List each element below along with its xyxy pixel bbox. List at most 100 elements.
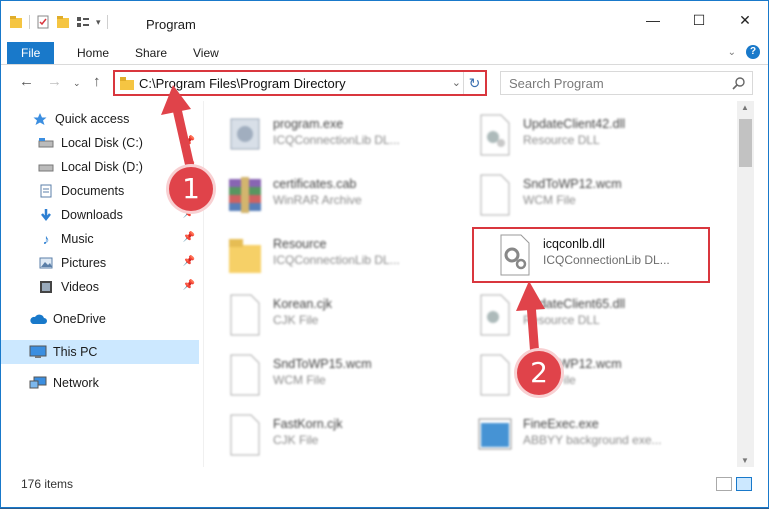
expand-ribbon-icon[interactable]: ⌄ (728, 47, 736, 58)
sidebar-item-label: Local Disk (C:) (61, 136, 143, 150)
refresh-icon[interactable]: ↻ (463, 72, 485, 94)
file-type: WCM File (523, 193, 576, 207)
file-name: FastKorn.cjk (273, 417, 343, 431)
sidebar-item-downloads[interactable]: Downloads 📌 (1, 204, 201, 226)
app-icon (478, 418, 512, 450)
file-icon (230, 294, 260, 336)
explorer-window: ▾ Program — ☐ ✕ File Home Share View ⌄ ?… (0, 0, 769, 508)
file-name: SndToWP15.wcm (273, 357, 372, 371)
customize-toolbar-dropdown-icon[interactable]: ▾ (96, 17, 101, 28)
title-bar: ▾ Program — ☐ ✕ (1, 1, 768, 39)
folder-icon (10, 16, 22, 28)
search-input[interactable]: Search Program (500, 71, 753, 95)
properties-icon[interactable] (36, 15, 50, 29)
file-icon (480, 354, 510, 396)
file-name: SndToWP12.wcm (523, 177, 622, 191)
file-item[interactable]: SndToWP15.wcm WCM File (205, 345, 445, 401)
scrollbar-thumb[interactable] (739, 119, 752, 167)
file-name: UpdateClient65.dll (523, 297, 626, 311)
new-folder-icon[interactable] (56, 15, 70, 29)
file-name: certificates.cab (273, 177, 357, 191)
file-item[interactable]: FineExec.exe ABBYY background exe... (455, 405, 695, 461)
tiles-view-icon[interactable] (736, 477, 752, 491)
close-button[interactable]: ✕ (722, 1, 768, 39)
file-name: UpdateClient42.dll (523, 117, 626, 131)
tab-home[interactable]: Home (63, 42, 123, 64)
file-type: ICQConnectionLib DL... (273, 253, 400, 267)
file-item[interactable]: Resource ICQConnectionLib DL... (205, 225, 445, 281)
file-item[interactable]: certificates.cab WinRAR Archive (205, 165, 445, 221)
view-options-icon[interactable] (76, 15, 90, 29)
sidebar-item-local-disk-c[interactable]: Local Disk (C:) 📌 (1, 132, 201, 154)
quick-access-toolbar: ▾ (9, 15, 108, 29)
scroll-down-icon[interactable]: ▼ (741, 456, 749, 465)
dll-icon (480, 114, 510, 156)
window-controls: — ☐ ✕ (630, 1, 768, 39)
pin-icon[interactable]: 📌 (183, 280, 195, 291)
address-bar[interactable]: C:\Program Files\Program Directory ⌄ ↻ (113, 70, 487, 96)
tab-file[interactable]: File (7, 42, 55, 64)
toolbar-separator (29, 15, 30, 29)
recent-locations-dropdown-icon[interactable]: ⌄ (73, 78, 81, 89)
tab-view[interactable]: View (179, 42, 233, 64)
search-placeholder: Search Program (509, 76, 604, 91)
sidebar-item-local-disk-d[interactable]: Local Disk (D:) 📌 (1, 156, 201, 178)
star-icon (31, 111, 49, 127)
file-list: program.exe ICQConnectionLib DL... Updat… (205, 101, 737, 467)
vertical-scrollbar[interactable]: ▲ ▼ (737, 101, 754, 467)
file-name: Korean.cjk (273, 297, 333, 311)
sidebar-item-onedrive[interactable]: OneDrive (1, 308, 201, 330)
network-icon (29, 375, 47, 391)
file-item[interactable]: UpdateClient42.dll Resource DLL (455, 105, 695, 161)
file-type: CJK File (273, 313, 319, 327)
tab-share[interactable]: Share (121, 42, 181, 64)
archive-icon (229, 177, 261, 213)
file-item[interactable]: Korean.cjk CJK File (205, 285, 445, 341)
back-arrow-icon[interactable]: ← (19, 73, 34, 90)
search-icon (732, 77, 745, 90)
step-1-callout: 1 (169, 167, 213, 211)
sidebar-item-label: Videos (61, 280, 99, 294)
maximize-button[interactable]: ☐ (676, 1, 722, 39)
file-type: WinRAR Archive (273, 193, 362, 207)
sidebar-item-music[interactable]: ♪ Music 📌 (1, 228, 201, 250)
sidebar-item-network[interactable]: Network (1, 372, 201, 394)
pin-icon[interactable]: 📌 (183, 256, 195, 267)
dll-icon (480, 294, 510, 336)
file-item[interactable]: SndToWP12.wcm WCM File (455, 165, 695, 221)
file-type: ABBYY background exe... (523, 433, 662, 447)
sidebar-item-this-pc[interactable]: This PC (1, 340, 199, 364)
sidebar-item-label: Music (61, 232, 94, 246)
ribbon-controls: ⌄ ? (728, 45, 760, 59)
sidebar-item-videos[interactable]: Videos 📌 (1, 276, 201, 298)
file-item[interactable]: program.exe ICQConnectionLib DL... (205, 105, 445, 161)
sidebar-item-label: Quick access (55, 112, 130, 126)
details-view-icon[interactable] (716, 477, 732, 491)
pin-icon[interactable]: 📌 (183, 232, 195, 243)
forward-arrow-icon[interactable]: → (47, 73, 62, 90)
file-item[interactable]: FastKorn.cjk CJK File (205, 405, 445, 461)
minimize-button[interactable]: — (630, 1, 676, 39)
help-icon[interactable]: ? (746, 45, 760, 59)
address-dropdown-icon[interactable]: ⌄ (452, 76, 461, 89)
sidebar-item-pictures[interactable]: Pictures 📌 (1, 252, 201, 274)
navigation-pane: Quick access Local Disk (C:) 📌 Local Dis… (1, 101, 201, 467)
file-name: FineExec.exe (523, 417, 599, 431)
address-path[interactable]: C:\Program Files\Program Directory (139, 76, 346, 91)
sidebar-item-label: Local Disk (D:) (61, 160, 143, 174)
sidebar-item-label: OneDrive (53, 312, 106, 326)
pin-icon[interactable]: 📌 (183, 136, 195, 147)
up-arrow-icon[interactable]: ↑ (93, 73, 101, 90)
window-title: Program (146, 17, 196, 32)
file-item[interactable]: UpdateClient65.dll Resource DLL (455, 285, 695, 341)
sidebar-item-quick-access[interactable]: Quick access (1, 108, 201, 130)
file-icon (230, 354, 260, 396)
exe-icon (230, 118, 260, 150)
download-icon (37, 207, 55, 223)
scroll-up-icon[interactable]: ▲ (741, 103, 749, 112)
folder-icon (229, 239, 261, 273)
file-item[interactable]: SndToWP12.wcm WCM File (455, 345, 695, 401)
file-highlight-box (472, 227, 710, 283)
pane-divider[interactable] (203, 101, 204, 467)
ribbon: File Home Share View ⌄ ? (1, 39, 768, 65)
